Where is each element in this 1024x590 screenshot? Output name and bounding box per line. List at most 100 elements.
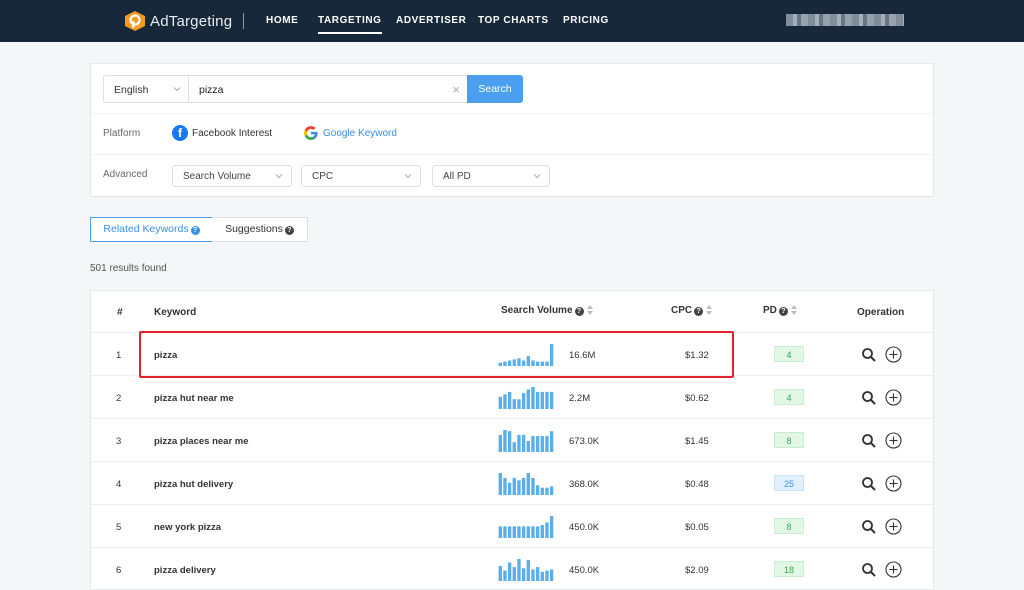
- row-cpc: $1.32: [685, 350, 709, 361]
- row-index: 2: [116, 393, 122, 404]
- brand-logo[interactable]: AdTargeting: [124, 9, 232, 33]
- search-button[interactable]: Search: [467, 75, 523, 103]
- row-keyword[interactable]: pizza hut near me: [154, 393, 234, 404]
- row-keyword[interactable]: pizza delivery: [154, 565, 216, 576]
- table-row[interactable]: 4 pizza hut delivery 368.0K $0.48 25: [91, 462, 933, 505]
- help-icon[interactable]: ?: [694, 307, 704, 316]
- trend-bar: [517, 559, 521, 581]
- trend-bar: [507, 562, 512, 581]
- platform-facebook-option[interactable]: f Facebook Interest: [172, 125, 272, 141]
- trend-sparkline: [498, 344, 554, 366]
- table-row[interactable]: 1 pizza 16.6M $1.32 4: [91, 333, 933, 376]
- trend-sparkline: [498, 430, 554, 452]
- trend-bar: [512, 442, 516, 452]
- help-icon[interactable]: ?: [574, 307, 584, 316]
- col-pd[interactable]: PD?: [763, 305, 797, 316]
- trend-bar: [549, 486, 554, 495]
- brand-name: AdTargeting: [150, 12, 233, 30]
- table-row[interactable]: 5 new york pizza 450.0K $0.05 8: [91, 505, 933, 548]
- logo-icon: [125, 11, 145, 31]
- trend-bar: [507, 431, 512, 452]
- trend-bar: [507, 360, 512, 366]
- row-pd-badge: 8: [774, 432, 804, 448]
- tab-suggestions[interactable]: Suggestions?: [212, 217, 308, 242]
- tab-label: Suggestions: [225, 223, 283, 235]
- help-icon[interactable]: ?: [778, 307, 788, 316]
- col-search-volume-label: Search Volume: [501, 305, 573, 316]
- nav-targeting[interactable]: TARGETING: [318, 15, 382, 34]
- nav-top-charts[interactable]: TOP CHARTS: [478, 15, 549, 26]
- sort-icon[interactable]: [706, 305, 713, 316]
- col-search-volume[interactable]: Search Volume?: [501, 305, 593, 316]
- results-count: 501 results found: [90, 263, 167, 274]
- trend-bar: [540, 571, 544, 581]
- chevron-down-icon: [275, 174, 283, 179]
- row-index: 5: [116, 522, 122, 533]
- add-circle-icon[interactable]: [885, 432, 902, 449]
- trend-bar: [503, 477, 507, 495]
- trend-bar: [540, 361, 544, 366]
- trend-bar: [535, 485, 540, 495]
- trend-bar: [531, 526, 535, 538]
- add-circle-icon[interactable]: [885, 518, 902, 535]
- platform-google-option[interactable]: Google Keyword: [303, 125, 397, 141]
- pd-filter[interactable]: All PD: [432, 165, 550, 187]
- trend-bar: [540, 487, 544, 495]
- cpc-filter[interactable]: CPC: [301, 165, 421, 187]
- trend-bar: [498, 526, 502, 538]
- search-icon[interactable]: [861, 562, 877, 578]
- sort-icon[interactable]: [790, 305, 797, 316]
- search-volume-filter[interactable]: Search Volume: [172, 165, 292, 187]
- trend-bar: [517, 358, 521, 366]
- row-search-volume: 450.0K: [569, 565, 600, 576]
- table-row[interactable]: 6 pizza delivery 450.0K $2.09 18: [91, 548, 933, 589]
- trend-bar: [549, 431, 554, 452]
- language-select[interactable]: English: [103, 75, 189, 103]
- trend-bar: [535, 567, 540, 581]
- row-keyword[interactable]: pizza hut delivery: [154, 479, 233, 490]
- trend-bar: [531, 360, 535, 366]
- add-circle-icon[interactable]: [885, 475, 902, 492]
- row-keyword[interactable]: pizza: [154, 350, 177, 361]
- nav-advertiser[interactable]: ADVERTISER: [396, 15, 466, 26]
- help-icon[interactable]: ?: [284, 226, 294, 235]
- user-account-blurred[interactable]: [786, 14, 904, 26]
- trend-bar: [545, 570, 549, 581]
- facebook-option-label: Facebook Interest: [192, 127, 273, 139]
- row-keyword[interactable]: new york pizza: [154, 522, 221, 533]
- row-keyword[interactable]: pizza places near me: [154, 436, 249, 447]
- trend-bar: [526, 526, 530, 538]
- tab-related-keywords[interactable]: Related Keywords?: [90, 217, 213, 242]
- table-row[interactable]: 2 pizza hut near me 2.2M $0.62 4: [91, 376, 933, 419]
- add-circle-icon[interactable]: [885, 346, 902, 363]
- search-icon[interactable]: [861, 433, 877, 449]
- sort-icon[interactable]: [586, 305, 593, 316]
- trend-bar: [549, 391, 554, 409]
- keyword-search-input[interactable]: pizza ×: [188, 75, 468, 103]
- row-pd-badge: 8: [774, 518, 804, 534]
- table-row[interactable]: 3 pizza places near me 673.0K $1.45 8: [91, 419, 933, 462]
- search-icon[interactable]: [861, 519, 877, 535]
- nav-pricing[interactable]: PRICING: [563, 15, 609, 26]
- add-circle-icon[interactable]: [885, 561, 902, 578]
- trend-bar: [507, 482, 512, 495]
- col-cpc[interactable]: CPC?: [671, 305, 713, 316]
- nav-home[interactable]: HOME: [266, 15, 298, 26]
- clear-icon[interactable]: ×: [452, 82, 460, 97]
- trend-bar: [549, 344, 554, 366]
- row-index: 4: [116, 479, 122, 490]
- trend-sparkline: [498, 516, 554, 538]
- search-icon[interactable]: [861, 390, 877, 406]
- row-pd-badge: 18: [774, 561, 804, 577]
- search-icon[interactable]: [861, 347, 877, 363]
- trend-bar: [503, 394, 507, 409]
- trend-bar: [507, 391, 512, 409]
- help-icon[interactable]: ?: [190, 226, 200, 235]
- search-icon[interactable]: [861, 476, 877, 492]
- search-panel: English pizza × Search Platform f Facebo…: [90, 63, 934, 197]
- add-circle-icon[interactable]: [885, 389, 902, 406]
- row-cpc: $2.09: [685, 565, 709, 576]
- col-keyword: Keyword: [154, 307, 197, 318]
- trend-bar: [517, 480, 521, 495]
- trend-bar: [540, 436, 544, 452]
